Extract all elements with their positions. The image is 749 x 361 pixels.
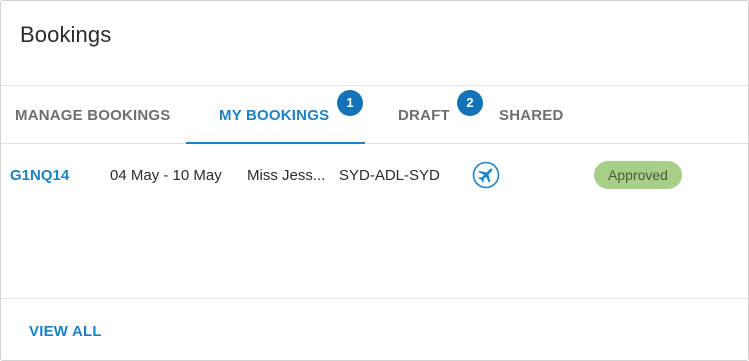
tab-label: SHARED <box>499 107 564 124</box>
view-all-link[interactable]: VIEW ALL <box>29 323 102 340</box>
tab-shared[interactable]: SHARED <box>485 86 585 143</box>
tab-draft[interactable]: DRAFT 2 <box>365 86 485 143</box>
bookings-tabs: MANAGE BOOKINGS MY BOOKINGS 1 DRAFT 2 SH… <box>1 86 748 144</box>
booking-reference-link[interactable]: G1NQ14 <box>10 167 69 184</box>
tab-label: MANAGE BOOKINGS <box>15 107 171 124</box>
tab-label: DRAFT <box>398 107 450 124</box>
card-header: Bookings <box>1 1 748 86</box>
card-title: Bookings <box>20 22 112 47</box>
booking-dates: 04 May - 10 May <box>110 167 222 184</box>
booking-route: SYD-ADL-SYD <box>339 167 440 184</box>
tab-label: MY BOOKINGS <box>219 107 330 124</box>
tab-my-bookings[interactable]: MY BOOKINGS 1 <box>186 86 365 144</box>
tab-manage-bookings[interactable]: MANAGE BOOKINGS <box>1 86 186 143</box>
card-footer: VIEW ALL <box>1 298 748 361</box>
bookings-card: Bookings MANAGE BOOKINGS MY BOOKINGS 1 D… <box>0 0 749 361</box>
booking-row[interactable]: G1NQ14 04 May - 10 May Miss Jess... SYD-… <box>1 144 748 208</box>
status-badge: Approved <box>594 161 682 189</box>
tab-count-badge: 2 <box>457 90 483 116</box>
booking-traveller: Miss Jess... <box>247 167 326 184</box>
tab-count-badge: 1 <box>337 90 363 116</box>
airplane-icon <box>472 161 500 189</box>
